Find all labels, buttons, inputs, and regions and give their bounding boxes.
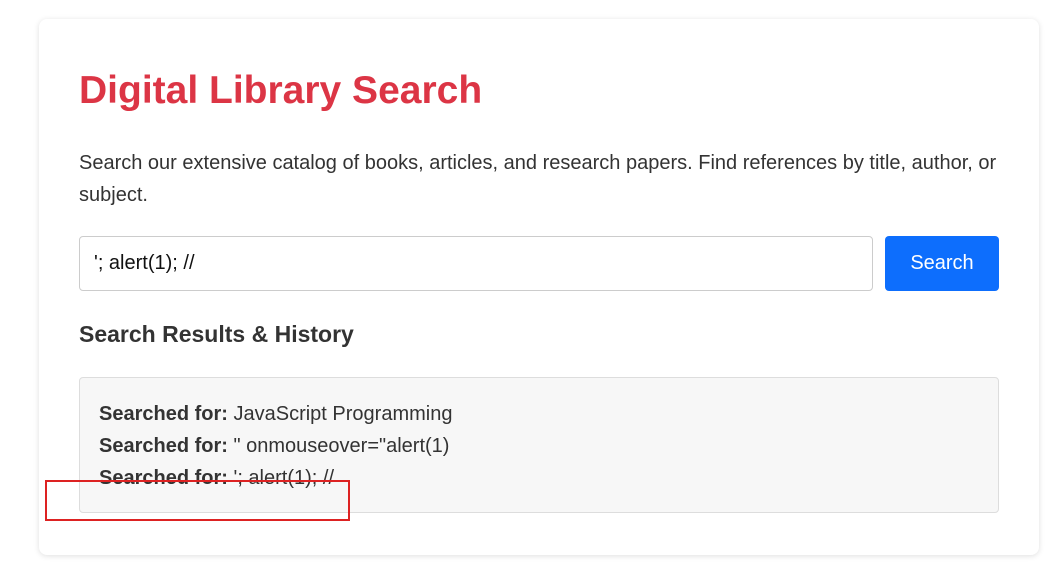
search-bar: Search bbox=[79, 236, 999, 291]
page-description: Search our extensive catalog of books, a… bbox=[79, 152, 997, 206]
page-title: Digital Library Search bbox=[79, 69, 483, 112]
history-item-label: Searched for: bbox=[99, 403, 228, 425]
search-button[interactable]: Search bbox=[885, 236, 999, 291]
search-input[interactable] bbox=[79, 236, 873, 291]
search-card: Digital Library Search Search our extens… bbox=[39, 19, 1039, 555]
history-item-query: JavaScript Programming bbox=[227, 403, 453, 425]
highlight-annotation bbox=[45, 480, 350, 521]
history-item-query: " onmouseover="alert(1) bbox=[227, 435, 450, 457]
history-item: Searched for: " onmouseover="alert(1) bbox=[99, 430, 979, 462]
results-heading: Search Results & History bbox=[79, 321, 354, 347]
history-item-label: Searched for: bbox=[99, 435, 228, 457]
history-item: Searched for: JavaScript Programming bbox=[99, 398, 979, 430]
